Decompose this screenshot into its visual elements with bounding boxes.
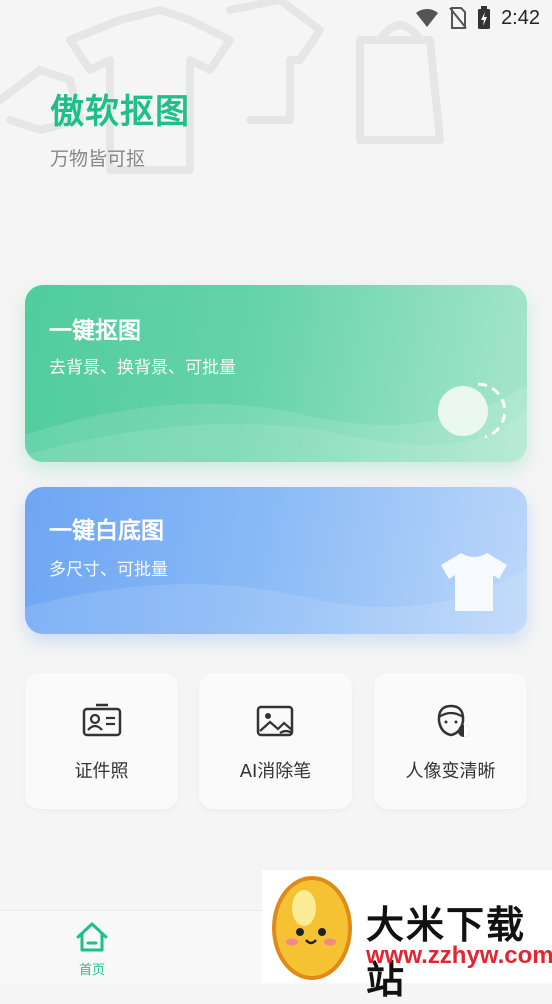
tool-label: 证件照 [74, 761, 129, 782]
tool-label: AI消除笔 [239, 761, 312, 782]
portrait-enhance-icon [437, 704, 470, 737]
tool-label: 人像变清晰 [405, 761, 496, 782]
nav-home-label: 首页 [78, 963, 105, 978]
cutout-card-title: 一键抠图 [49, 318, 141, 344]
egg-mascot-logo [272, 876, 352, 980]
home-icon [76, 922, 108, 952]
one-click-cutout-card[interactable]: 一键抠图 去背景、换背景、可批量 [25, 285, 527, 462]
app-subtitle: 万物皆可抠 [50, 148, 146, 170]
id-card-icon [82, 703, 121, 737]
one-click-white-bg-card[interactable]: 一键白底图 多尺寸、可批量 [25, 487, 527, 634]
white-bg-card-subtitle: 多尺寸、可批量 [49, 560, 168, 580]
image-eraser-icon [256, 705, 293, 737]
tool-ai-eraser[interactable]: AI消除笔 [199, 673, 352, 809]
white-bg-card-title: 一键白底图 [49, 518, 164, 544]
tshirt-icon [441, 553, 507, 611]
nav-home-tab[interactable]: 首页 [60, 921, 124, 978]
watermark: 大米下载站 www.zzhyw.com [262, 870, 552, 1002]
cutout-card-subtitle: 去背景、换背景、可批量 [49, 358, 236, 378]
tool-id-photo[interactable]: 证件照 [25, 673, 178, 809]
cutout-circle-icon [438, 382, 507, 439]
watermark-url: www.zzhyw.com [366, 942, 552, 969]
app-title: 傲软抠图 [50, 92, 190, 132]
tool-portrait-enhance[interactable]: 人像变清晰 [374, 673, 527, 809]
